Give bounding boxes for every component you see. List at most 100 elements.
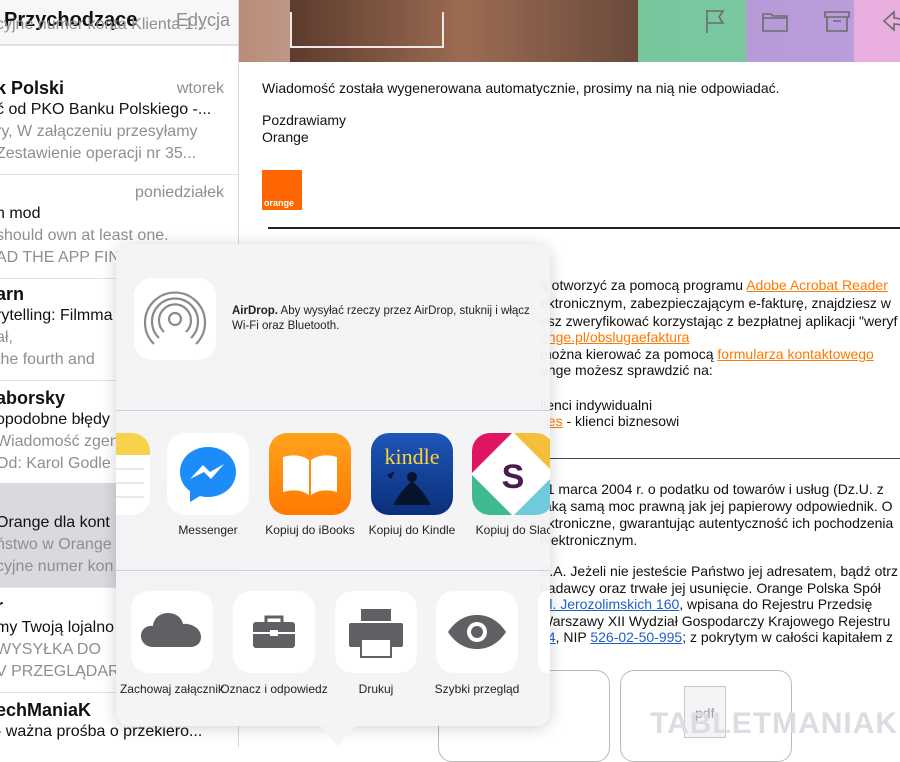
divider (540, 458, 900, 459)
mail-preview: cyjne numer kon (0, 558, 114, 575)
mail-preview: cyjne numer konta Klienta 1... (0, 16, 207, 33)
message-auto-note: Wiadomość została wygenerowana automatyc… (262, 80, 780, 96)
email-header-image (290, 0, 638, 62)
mail-sender: arn (0, 284, 25, 304)
message-regards: Pozdrawiamy (262, 112, 347, 128)
message-line: nadawcy oraz trwałe jej usunięcie. Orang… (540, 580, 881, 596)
action-label: Szybki przegląd (434, 682, 520, 696)
message-line: Al. Jerozolimskich 160, wpisana do Rejes… (540, 596, 872, 612)
ibooks-icon (283, 455, 337, 495)
cloud-icon (141, 613, 201, 647)
mail-subject: my Twoją lojalno (0, 619, 114, 636)
airdrop-icon (143, 291, 207, 345)
mail-subject: n mod (0, 205, 41, 222)
message-line: ektroniczne, gwarantując autentyczność i… (540, 515, 894, 531)
share-sheet-pointer (320, 726, 356, 746)
more-action-button[interactable] (538, 591, 550, 673)
toolbox-icon (253, 615, 295, 648)
action-label: Zachowaj załącznik (119, 682, 225, 696)
message-line: ange możesz sprawdzić na: (540, 362, 713, 378)
mail-sender: aborsky (0, 388, 66, 408)
mail-preview: WYSYŁKA DO (0, 641, 101, 658)
app-label: Kopiuj do Slac (475, 523, 550, 537)
message-line: taką samą moc prawną jak jej papierowy o… (540, 498, 893, 514)
slack-letter: S (502, 458, 525, 496)
orange-logo-text: orange (264, 198, 295, 208)
mail-subject: opodobne błędy (0, 411, 110, 428)
mail-preview: V PRZEGLĄDAR (0, 663, 120, 680)
message-text: ; z pokrytym w całości kapitałem z (682, 629, 894, 645)
mail-preview: AD THE APP FIN (0, 249, 120, 266)
sheet-separator (116, 410, 550, 411)
message-text: , wpisana do Rejestru Przedsię (679, 596, 873, 612)
watermark: TABLETMANIAK (650, 707, 899, 740)
share-sheet: AirDrop. Aby wysyłać rzeczy przez AirDro… (116, 244, 550, 726)
app-label: Messenger (178, 523, 238, 537)
quick-look-button[interactable] (436, 591, 518, 673)
mail-sender: k Polski (0, 78, 65, 98)
contact-form-link[interactable]: formularza kontaktowego (717, 346, 873, 362)
flag-icon[interactable] (700, 6, 730, 36)
address-link[interactable]: Al. Jerozolimskich 160 (540, 596, 679, 612)
message-line: ange.pl/obslugaefaktura (540, 329, 689, 345)
message-text: , NIP (555, 629, 591, 645)
slack-app-button[interactable]: S (472, 433, 550, 515)
mail-subject: ć od PKO Banku Polskiego -... (0, 101, 212, 118)
kindle-wordmark: kindle (385, 444, 440, 469)
message-signature: Orange (262, 129, 309, 145)
kindle-icon: kindle (385, 444, 440, 505)
orange-logo: orange (262, 170, 302, 210)
message-line: lienci indywidualni (540, 397, 653, 413)
action-label: Oznacz i odpowiedz (220, 682, 328, 696)
mail-preview: should own at least one. (0, 227, 169, 244)
kindle-app-button[interactable]: kindle (371, 433, 453, 515)
print-button[interactable] (335, 591, 417, 673)
message-line: można kierować za pomocą formularza kont… (540, 346, 874, 362)
ibooks-app-button[interactable] (269, 433, 351, 515)
messenger-app-button[interactable] (167, 433, 249, 515)
divider (268, 227, 900, 229)
app-label: ki (116, 523, 161, 537)
message-line: S.A. Jeżeli nie jesteście Państwo jej ad… (540, 563, 898, 579)
mail-preview: ry, W załączeniu przesyłamy (0, 123, 198, 140)
message-line: esz zweryfikować korzystając z bezpłatne… (540, 313, 898, 329)
sheet-separator (116, 570, 550, 571)
mail-sender: r (0, 596, 3, 617)
notes-icon (116, 433, 150, 515)
reply-icon[interactable] (880, 6, 900, 36)
airdrop-description: AirDrop. Aby wysyłać rzeczy przez AirDro… (232, 304, 532, 334)
mail-list-item[interactable]: cyjne numer konta Klienta 1... (0, 0, 238, 46)
message-text: ą otworzyć za pomocą programu (540, 277, 747, 293)
action-label: Drukuj (358, 682, 394, 696)
message-line: 84, NIP 526-02-50-995; z pokrytym w cało… (540, 629, 893, 645)
mail-sender: echManiaK (0, 700, 92, 720)
airdrop-button[interactable] (134, 278, 216, 360)
airdrop-title: AirDrop. (232, 305, 278, 317)
mail-preview: Zestawienie operacji nr 35... (0, 145, 197, 162)
message-line: ą otworzyć za pomocą programu Adobe Acro… (540, 277, 888, 293)
nip-link[interactable]: 526-02-50-995 (590, 629, 682, 645)
mail-preview: Od: Karol Godle (0, 455, 111, 472)
mail-list-item[interactable]: k Polski wtorek ć od PKO Banku Polskiego… (0, 70, 238, 175)
mail-subject: Orange dla kont (0, 514, 110, 531)
save-attachment-button[interactable] (131, 591, 213, 673)
mail-preview: ństwo w Orange (0, 536, 112, 553)
mail-preview: ał, (0, 329, 13, 346)
acrobat-link[interactable]: Adobe Acrobat Reader (746, 277, 888, 293)
notes-app-button[interactable] (116, 433, 150, 515)
markup-reply-button[interactable] (233, 591, 315, 673)
message-line: elektronicznym. (540, 532, 638, 548)
message-text: - klienci biznesowi (562, 413, 680, 429)
efaktura-link[interactable]: ange.pl/obslugaefaktura (540, 329, 689, 345)
mail-subject: rytelling: Filmma (0, 307, 113, 324)
mail-date: poniedziałek (135, 184, 224, 201)
message-line: 11 marca 2004 r. o podatku od towarów i … (540, 481, 884, 497)
app-label: Kopiuj do iBooks (265, 523, 355, 537)
message-line: ektronicznym, zabezpieczającym e-fakturę… (540, 295, 891, 311)
message-line: nes - klienci biznesowi (540, 413, 679, 429)
app-label: Kopiuj do Kindle (368, 523, 456, 537)
mail-date: wtorek (176, 80, 224, 97)
archive-icon[interactable] (822, 6, 852, 36)
mail-preview: the fourth and (0, 351, 95, 368)
folder-icon[interactable] (760, 6, 790, 36)
